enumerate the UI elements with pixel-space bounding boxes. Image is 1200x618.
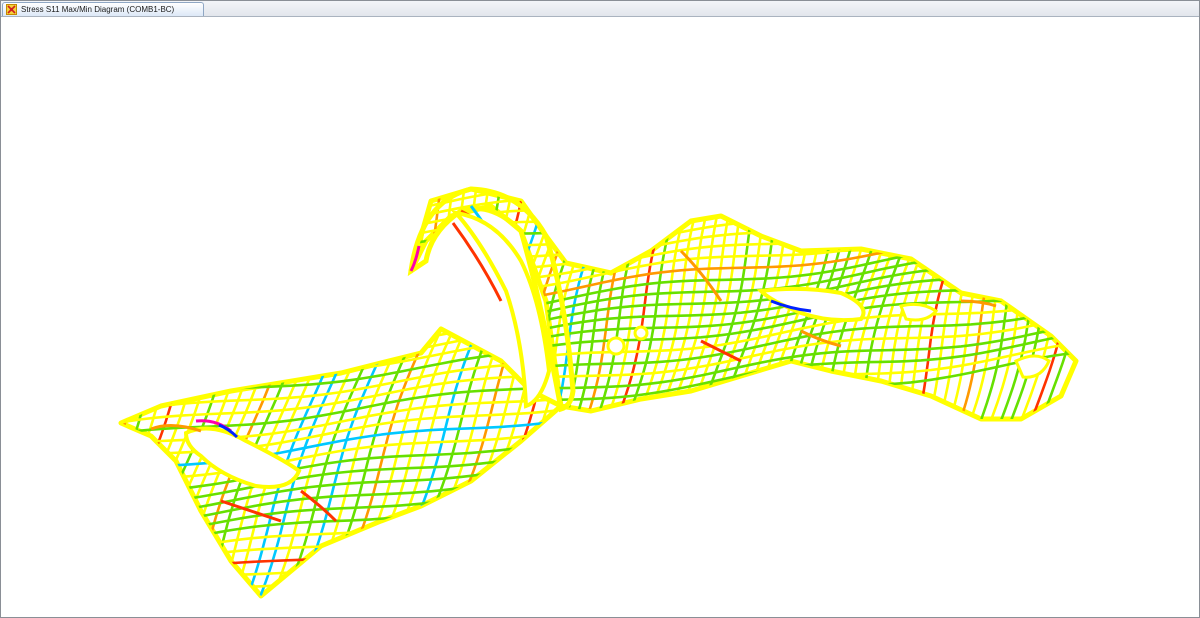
tab-stress-diagram[interactable]: Stress S11 Max/Min Diagram (COMB1-BC) [2,2,204,16]
mesh-region-left [118,326,564,599]
document-tab-bar: Stress S11 Max/Min Diagram (COMB1-BC) [1,1,1199,17]
structure-model-icon [6,4,17,15]
analysis-window: Stress S11 Max/Min Diagram (COMB1-BC) [0,0,1200,618]
tab-title: Stress S11 Max/Min Diagram (COMB1-BC) [21,4,175,14]
stress-contour-model[interactable] [1,17,1199,617]
model-viewport[interactable] [1,17,1199,617]
